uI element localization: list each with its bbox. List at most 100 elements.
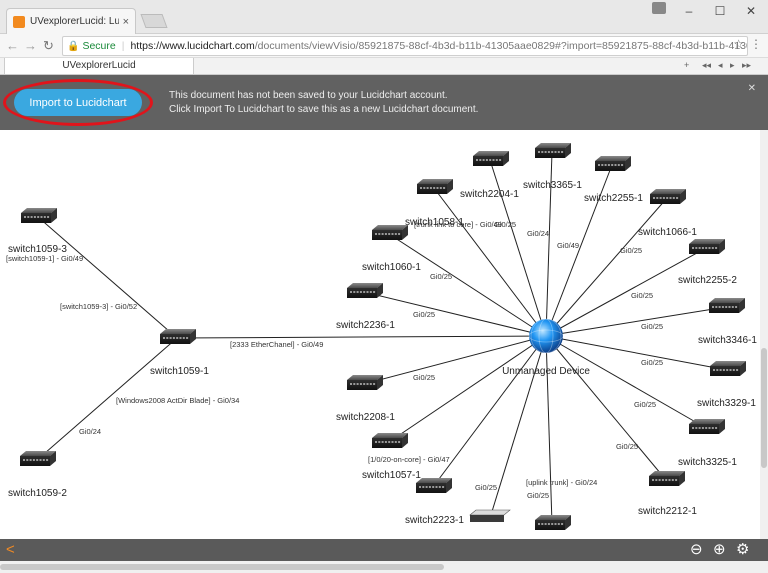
switch-port [557,151,560,153]
switch-node[interactable] [535,515,571,530]
unmanaged-device-node[interactable]: Unmanaged Device [502,318,590,377]
switch-port [442,486,445,488]
switch-node[interactable]: switch2223-1 [405,478,464,526]
back-icon[interactable]: ← [6,38,19,53]
banner-line-2: Click Import To Lucidchart to save this … [169,104,479,115]
router-node[interactable] [469,509,511,522]
add-page-icon[interactable]: + [684,60,689,70]
lock-icon: 🔒 [67,40,80,52]
import-to-lucidchart-button[interactable]: Import to Lucidchart [14,89,142,116]
link-line[interactable] [388,233,547,337]
link-line[interactable] [37,216,178,339]
diagram-canvas[interactable]: [switch1059-1] - Gi0/49 [switch1059-3] - … [0,130,768,539]
switch-port [356,383,359,385]
switch-port [705,427,708,429]
zoom-in-icon[interactable]: ⊕ [713,541,726,559]
bookmark-star-icon[interactable]: ☆ [733,37,744,51]
link-line[interactable] [545,335,707,429]
tab-close-icon[interactable]: × [123,16,129,28]
browser-menu-icon[interactable]: ⋮ [750,37,762,51]
node-label: switch3365-1 [523,180,582,191]
banner-close-icon[interactable]: ✕ [748,83,756,94]
switch-port [179,337,182,339]
switch-port [551,151,554,153]
switch-port [369,291,372,293]
switch-node[interactable]: switch3346-1 [698,298,757,346]
switch-port [353,291,356,293]
link-port-label: Gi0/24 [79,427,101,436]
last-page-icon[interactable]: ▸▸ [742,60,751,71]
link-port-label: Gi0/25 [413,373,435,382]
switch-node[interactable]: switch2236-1 [336,283,395,331]
new-tab-button[interactable] [140,14,168,28]
switch-node[interactable]: switch1059-3 [8,208,67,255]
switch-port [39,459,42,461]
switch-port [439,187,442,189]
switch-node[interactable]: switch2204-1 [460,151,519,200]
user-profile-icon[interactable] [652,2,666,14]
maximize-icon[interactable]: ☐ [709,4,731,18]
bottom-toolbar: < ⊖ ⊕ ⚙ [0,539,768,561]
horizontal-scroll-thumb[interactable] [0,564,444,570]
minimize-icon[interactable]: – [678,4,700,18]
gear-icon[interactable]: ⚙ [736,541,749,559]
switch-port [388,441,391,443]
switch-node[interactable]: switch1059-2 [8,451,67,499]
switch-port [350,291,352,293]
switch-port [42,459,45,461]
switch-node[interactable]: switch2255-2 [678,239,737,286]
switch-top-face [710,361,746,366]
switch-node[interactable]: switch2212-1 [638,471,697,517]
switch-port [547,523,550,525]
switch-node[interactable]: switch1058-1 [405,179,464,228]
switch-node[interactable]: switch1059-1 [150,329,209,377]
switch-node[interactable]: switch3365-1 [523,143,582,191]
link-line[interactable] [176,335,547,339]
switch-node[interactable]: switch2255-1 [584,156,643,204]
share-icon[interactable]: < [6,541,15,559]
link-line[interactable] [545,197,668,337]
link-line[interactable] [433,187,547,337]
switch-port [554,151,557,153]
link-line[interactable] [388,335,547,443]
switch-node[interactable]: switch3325-1 [678,419,737,468]
forward-icon[interactable]: → [24,38,37,53]
switch-port [726,369,729,371]
link-port-label: Gi0/49 [557,241,579,250]
switch-port [429,187,432,189]
link-port-label: Gi0/24 [527,229,549,238]
switch-port [698,427,701,429]
link-line[interactable] [432,335,547,488]
reload-icon[interactable]: ↻ [43,38,54,54]
switch-port [669,197,672,199]
zoom-out-icon[interactable]: ⊖ [690,541,703,559]
switch-port [715,427,718,429]
first-page-icon[interactable]: ◂◂ [702,60,711,71]
switch-node[interactable]: switch3329-1 [697,361,756,409]
switch-top-face [372,225,408,230]
address-bar[interactable]: 🔒 Secure | https://www.lucidchart.com/do… [62,36,748,56]
vertical-scrollbar[interactable] [760,130,768,539]
prev-page-icon[interactable]: ◂ [718,60,723,71]
switch-node[interactable]: switch1066-1 [638,189,697,238]
switch-port [29,459,32,461]
switch-node[interactable]: switch2208-1 [336,375,395,423]
switch-port [719,369,722,371]
switch-port [731,306,734,308]
close-icon[interactable]: ✕ [740,4,762,18]
link-port-label: [switch1059-3] - Gi0/52 [60,302,137,311]
node-label: switch1059-1 [150,366,209,377]
vertical-scroll-thumb[interactable] [761,348,767,468]
switch-port [711,247,714,249]
page-tab[interactable]: UVexplorerLucid [4,58,194,75]
switch-port [476,159,478,161]
link-port-label: Gi0/25 [641,358,663,367]
browser-tab[interactable]: UVexplorerLucid: Lucid × [6,8,136,34]
switch-port [485,159,488,161]
next-page-icon[interactable]: ▸ [730,60,735,71]
horizontal-scrollbar[interactable] [0,561,768,573]
switch-port [391,441,394,443]
lucid-favicon-icon [13,15,25,28]
switch-port [538,523,540,525]
switch-port [621,164,624,166]
